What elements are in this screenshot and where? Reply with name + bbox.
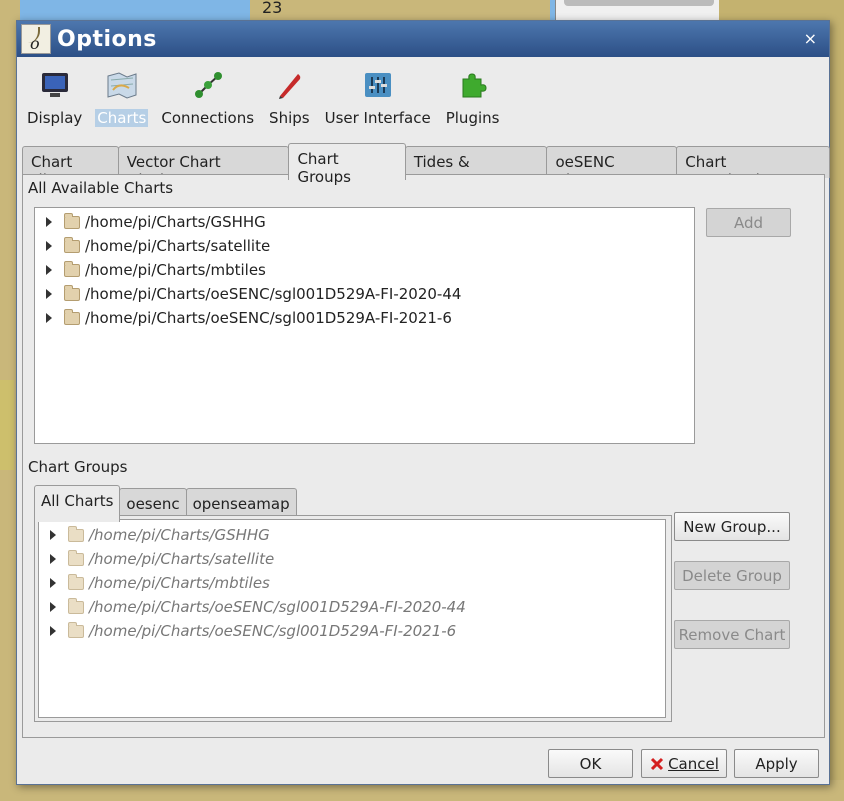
connections-icon: [188, 67, 228, 103]
tree-item[interactable]: /home/pi/Charts/oeSENC/sgl001D529A-FI-20…: [46, 306, 452, 330]
puzzle-icon: [453, 67, 493, 103]
available-charts-tree[interactable]: /home/pi/Charts/GSHHG /home/pi/Charts/sa…: [34, 207, 695, 444]
expand-icon[interactable]: [46, 241, 52, 251]
sliders-icon: [358, 67, 398, 103]
options-dialog: o Options × Display Charts Connections S…: [16, 20, 830, 785]
apply-button[interactable]: Apply: [734, 749, 819, 778]
folder-icon: [64, 260, 80, 277]
folder-icon: [64, 284, 80, 301]
folder-icon: [68, 573, 84, 590]
tree-item[interactable]: /home/pi/Charts/GSHHG: [50, 523, 270, 547]
cancel-button[interactable]: Cancel: [641, 749, 727, 778]
add-button[interactable]: Add: [706, 208, 791, 237]
ok-button[interactable]: OK: [548, 749, 633, 778]
expand-icon[interactable]: [46, 217, 52, 227]
expand-icon[interactable]: [46, 289, 52, 299]
expand-icon[interactable]: [50, 530, 56, 540]
title-bar[interactable]: o Options ×: [17, 21, 829, 57]
category-user-interface[interactable]: User Interface: [323, 67, 433, 131]
folder-icon: [68, 621, 84, 638]
tree-item[interactable]: /home/pi/Charts/satellite: [50, 547, 274, 571]
tree-item[interactable]: /home/pi/Charts/oeSENC/sgl001D529A-FI-20…: [50, 595, 466, 619]
folder-icon: [64, 236, 80, 253]
group-charts-tree[interactable]: /home/pi/Charts/GSHHG /home/pi/Charts/sa…: [38, 519, 666, 718]
delete-group-button[interactable]: Delete Group: [674, 561, 790, 590]
tab-chart-groups[interactable]: Chart Groups: [288, 143, 406, 186]
category-toolbar: Display Charts Connections Ships User In…: [25, 67, 512, 131]
tree-item[interactable]: /home/pi/Charts/GSHHG: [46, 210, 266, 234]
expand-icon[interactable]: [50, 554, 56, 564]
folder-icon: [68, 597, 84, 614]
tree-item[interactable]: /home/pi/Charts/mbtiles: [50, 571, 270, 595]
folder-icon: [64, 308, 80, 325]
folder-icon: [68, 549, 84, 566]
tree-item[interactable]: /home/pi/Charts/satellite: [46, 234, 270, 258]
new-group-button[interactable]: New Group...: [674, 512, 790, 541]
close-icon[interactable]: ×: [804, 29, 817, 48]
expand-icon[interactable]: [50, 602, 56, 612]
expand-icon[interactable]: [46, 313, 52, 323]
folder-icon: [68, 525, 84, 542]
charts-icon: [102, 67, 142, 103]
category-display[interactable]: Display: [25, 67, 84, 131]
expand-icon[interactable]: [46, 265, 52, 275]
chart-group-page: /home/pi/Charts/GSHHG /home/pi/Charts/sa…: [34, 515, 672, 722]
tab-all-charts[interactable]: All Charts: [34, 485, 121, 522]
land-area: [0, 380, 14, 470]
ship-icon: [269, 67, 309, 103]
folder-icon: [64, 212, 80, 229]
map-depth-label: 23: [262, 0, 283, 17]
monitor-icon: [35, 67, 75, 103]
category-ships[interactable]: Ships: [267, 67, 312, 131]
expand-icon[interactable]: [50, 578, 56, 588]
tree-item[interactable]: /home/pi/Charts/oeSENC/sgl001D529A-FI-20…: [50, 619, 456, 643]
category-plugins[interactable]: Plugins: [444, 67, 502, 131]
category-connections[interactable]: Connections: [159, 67, 256, 131]
remove-chart-button[interactable]: Remove Chart: [674, 620, 790, 649]
app-icon: o: [21, 24, 51, 54]
tree-item[interactable]: /home/pi/Charts/oeSENC/sgl001D529A-FI-20…: [46, 282, 461, 306]
tree-item[interactable]: /home/pi/Charts/mbtiles: [46, 258, 266, 282]
chart-groups-label: Chart Groups: [28, 458, 128, 476]
dialog-title: Options: [57, 26, 157, 52]
all-available-charts-label: All Available Charts: [28, 179, 174, 197]
cancel-icon: [651, 757, 664, 770]
category-charts[interactable]: Charts: [95, 67, 149, 131]
expand-icon[interactable]: [50, 626, 56, 636]
